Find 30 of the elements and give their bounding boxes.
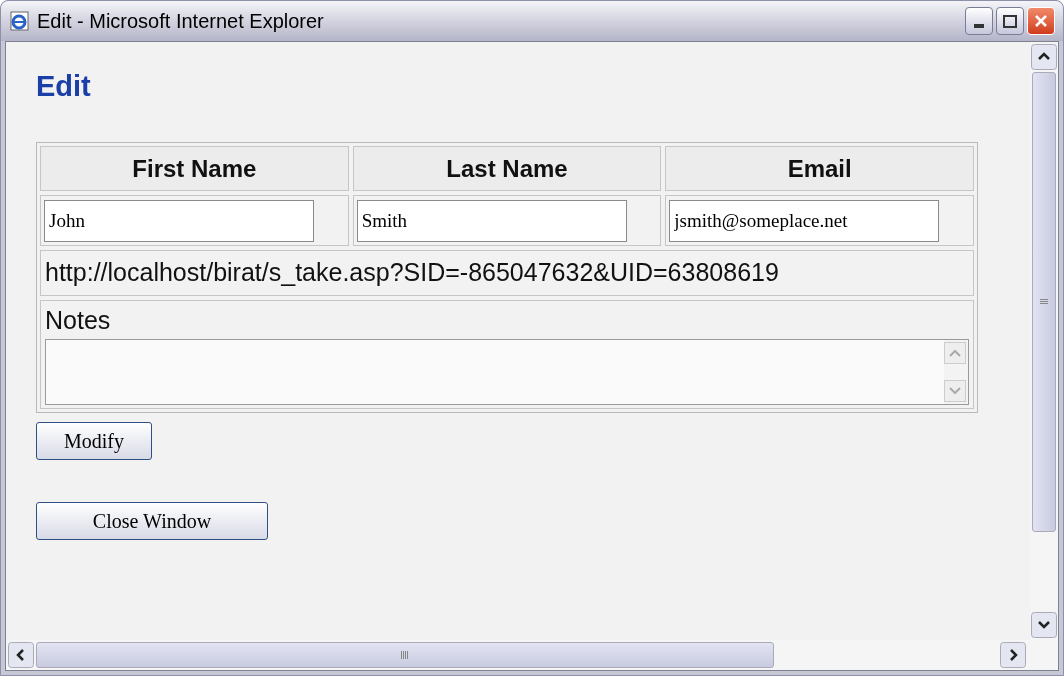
page-heading: Edit: [36, 72, 92, 104]
grip-icon: [401, 651, 409, 659]
notes-field[interactable]: [45, 339, 969, 405]
text-field[interactable]: jsmith@someplace.net: [669, 199, 940, 242]
url-text: http://localhost/birat/s_take.asp?SID=-865047632&UID=63808619: [45, 257, 779, 289]
text-field[interactable]: Smith: [356, 199, 627, 242]
scroll-thumb[interactable]: [36, 642, 774, 668]
browser-logo-icon: [9, 10, 31, 32]
maximize-icon: [1003, 14, 1017, 28]
notes-label: Notes: [45, 305, 112, 336]
minimize-button[interactable]: [965, 7, 993, 35]
scroll-down-icon: [944, 380, 966, 402]
scroll-up-icon: [944, 342, 966, 364]
close-button[interactable]: [1027, 7, 1055, 35]
scroll-down-icon[interactable]: [1031, 612, 1057, 638]
form-button[interactable]: Close Window: [36, 502, 268, 540]
scroll-left-icon[interactable]: [8, 642, 34, 668]
form-button[interactable]: Modify: [36, 422, 152, 460]
grip-icon: [1040, 299, 1048, 305]
scroll-up-icon[interactable]: [1031, 44, 1057, 70]
maximize-button[interactable]: [996, 7, 1024, 35]
window-title: Edit - Microsoft Internet Explorer: [37, 9, 324, 34]
column-header: First Name: [40, 146, 349, 191]
text-field[interactable]: John: [44, 199, 314, 242]
scroll-right-icon[interactable]: [1000, 642, 1026, 668]
close-icon: [1034, 14, 1048, 28]
column-header: Last Name: [352, 146, 662, 191]
minimize-icon: [974, 24, 984, 28]
scroll-thumb[interactable]: [1032, 72, 1056, 532]
column-header: Email: [665, 146, 974, 191]
